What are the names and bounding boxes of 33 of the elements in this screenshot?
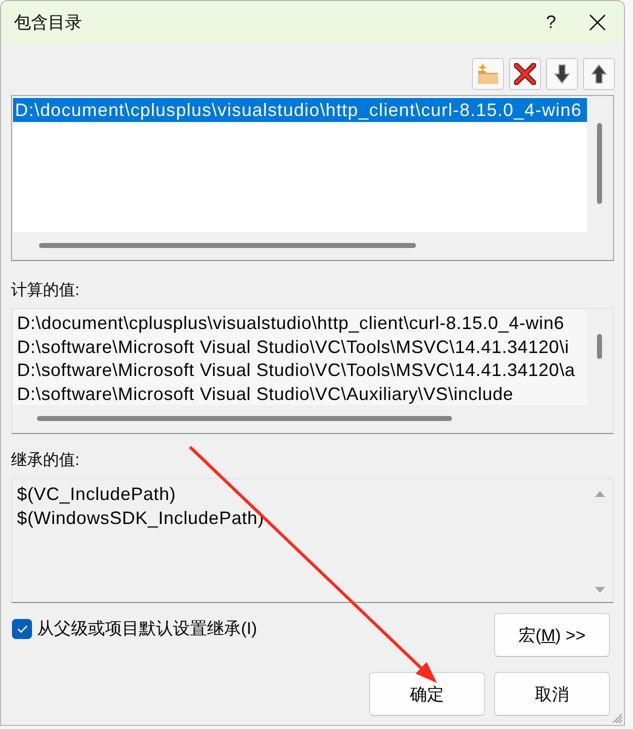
checkbox[interactable] [12, 619, 32, 639]
list-item[interactable]: D:\document\cplusplus\visualstudio\http_client\curl-8.15.0_4-win6 [13, 98, 587, 122]
scrollbar-thumb[interactable] [597, 334, 602, 359]
new-folder-button[interactable] [472, 58, 504, 90]
section-label: 继承的值: [11, 450, 80, 471]
move-down-button[interactable] [546, 58, 578, 90]
macro-text: $(VC_IncludePath) [16, 483, 177, 506]
cancel-button[interactable]: 取消 [494, 672, 610, 716]
help-button[interactable]: ? [528, 1, 574, 43]
window-title: 包含目录 [14, 12, 82, 34]
path-text: D:\software\Microsoft Visual Studio\VC\Tools\MSVC\14.41.34120\a [16, 359, 576, 382]
macros-button[interactable]: 宏(M) >> [494, 613, 610, 657]
up-arrow-icon [591, 64, 607, 84]
move-up-button[interactable] [583, 58, 615, 90]
resize-grip-icon[interactable] [612, 713, 622, 723]
scroll-down-icon[interactable] [594, 587, 604, 593]
down-arrow-icon [554, 64, 570, 84]
delete-button[interactable] [509, 58, 541, 90]
scrollbar-thumb[interactable] [597, 123, 602, 204]
close-icon [588, 14, 606, 30]
checkmark-icon [16, 625, 28, 633]
checkbox-label[interactable]: 从父级或项目默认设置继承(I) [37, 618, 258, 640]
delete-icon [514, 63, 536, 85]
macro-text: $(WindowsSDK_IncludePath) [16, 507, 266, 530]
path-text: D:\software\Microsoft Visual Studio\VC\Auxiliary\VS\include [16, 382, 514, 405]
new-folder-icon [476, 63, 500, 85]
scroll-up-icon[interactable] [594, 491, 604, 497]
section-label: 计算的值: [11, 280, 80, 301]
path-text: D:\software\Microsoft Visual Studio\VC\Tools\MSVC\14.41.34120\i [16, 336, 570, 358]
ok-button[interactable]: 确定 [369, 672, 485, 716]
path-text: D:\document\cplusplus\visualstudio\http_client\curl-8.15.0_4-win6 [16, 312, 566, 335]
scrollbar-thumb[interactable] [39, 243, 416, 248]
scrollbar-thumb[interactable] [37, 416, 452, 421]
